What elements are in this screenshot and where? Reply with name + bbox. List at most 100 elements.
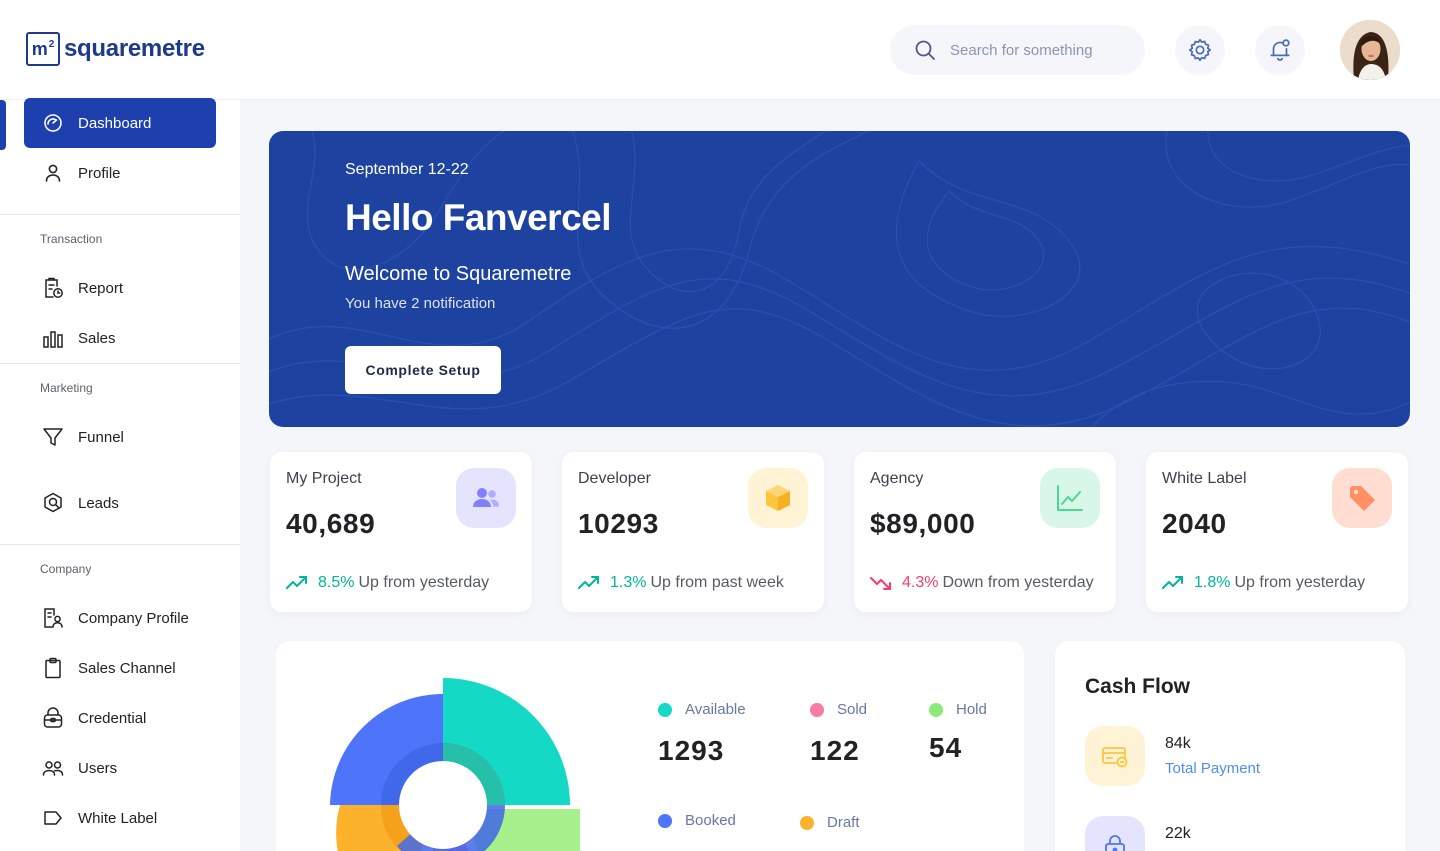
legend-value-sold: 122 [810,735,860,766]
stat-trend: 1.8% Up from yesterday [1162,574,1365,592]
notifications-button[interactable] [1255,25,1305,75]
stat-title: White Label [1162,470,1247,487]
cash-flow-panel: Cash Flow 84k Total Payment 22k [1055,641,1405,851]
search-icon [915,40,935,60]
stat-card-agency: Agency $89,000 4.3% Down from yesterday [854,452,1116,612]
sidebar-item-sales[interactable]: Sales [24,313,216,363]
sidebar-item-label: White Label [78,809,158,827]
search-input[interactable] [950,41,1120,59]
users-icon [42,757,64,779]
sidebar-item-profile[interactable]: Profile [24,148,216,198]
stat-value: 10293 [578,508,659,539]
complete-setup-button[interactable]: Complete Setup [345,346,501,394]
settings-button[interactable] [1175,25,1225,75]
trend-text: Up from yesterday [1234,574,1366,591]
status-donut-chart [330,678,580,851]
sidebar-item-label: Leads [78,494,119,512]
sidebar-item-label: Sales Channel [78,659,176,677]
box-icon [748,468,808,528]
trend-percent: 1.3% [610,574,647,591]
user-icon [42,162,64,184]
sidebar-item-label: Funnel [78,428,124,446]
clipboard-icon [42,657,64,679]
brand-logo[interactable]: m2 squaremetre [26,32,205,66]
sidebar-item-dashboard[interactable]: Dashboard [24,98,216,148]
logo-mark-sup: 2 [48,39,55,50]
hero-notification-note: You have 2 notification [345,295,496,312]
tag-icon [1332,468,1392,528]
trend-percent: 4.3% [902,574,939,591]
stat-card-my-project: My Project 40,689 8.5% Up from yesterday [270,452,532,612]
stat-value: $89,000 [870,508,976,539]
stat-value: 40,689 [286,508,376,539]
funnel-icon [42,426,64,448]
legend-booked: Booked [658,812,736,829]
legend-dot [658,813,672,828]
legend-dot [810,702,824,717]
legend-label: Hold [956,701,987,718]
user-avatar[interactable] [1340,20,1400,80]
sidebar: Dashboard Profile Transaction Report Sal… [0,98,240,851]
legend-dot [658,702,672,717]
hero-date: September 12-22 [345,161,469,178]
sidebar-item-users[interactable]: Users [24,743,216,793]
sidebar-item-label: Dashboard [78,114,152,132]
sidebar-item-leads[interactable]: Leads [24,478,216,528]
trend-up-icon [1162,574,1186,592]
users-icon [456,468,516,528]
legend-label: Sold [837,701,868,718]
label-tag-icon [42,807,64,829]
cash-label-total-payment: Total Payment [1165,760,1261,777]
cash-flow-title: Cash Flow [1085,675,1191,698]
line-chart-icon [1040,468,1100,528]
company-profile-icon [42,607,64,629]
bar-chart-icon [42,327,64,349]
welcome-banner: September 12-22 Hello Fanvercel Welcome … [269,131,1410,427]
hero-greeting: Hello Fanvercel [345,197,612,238]
trend-up-icon [286,574,310,592]
lock-bag-icon [42,707,64,729]
stat-trend: 4.3% Down from yesterday [870,574,1094,592]
section-label-marketing: Marketing [40,381,93,395]
sidebar-item-label: Sales [78,329,116,347]
cash-amount-secondary: 22k [1165,825,1191,842]
sidebar-item-funnel[interactable]: Funnel [24,412,216,462]
trend-up-icon [578,574,602,592]
legend-label: Draft [827,814,860,831]
sidebar-item-credential[interactable]: Credential [24,693,216,743]
notification-bell-icon [1270,39,1290,61]
settings-icon [1188,38,1212,62]
legend-value-available: 1293 [658,735,725,766]
active-indicator [0,100,6,150]
trend-text: Down from yesterday [942,574,1094,591]
stat-title: My Project [286,470,362,487]
legend-label: Available [685,701,746,718]
cash-amount-total-payment: 84k [1165,735,1191,752]
sidebar-item-sales-channel[interactable]: Sales Channel [24,643,216,693]
search-bar[interactable] [890,25,1145,75]
stat-trend: 1.3% Up from past week [578,574,784,592]
trend-text: Up from yesterday [358,574,490,591]
legend-label: Booked [685,812,736,829]
logo-mark-letter: m [31,39,48,59]
legend-dot [929,702,943,717]
stat-trend: 8.5% Up from yesterday [286,574,489,592]
sidebar-item-label: Company Profile [78,609,189,627]
leads-icon [42,492,64,514]
hero-subtitle: Welcome to Squaremetre [345,263,572,285]
stat-card-white-label: White Label 2040 1.8% Up from yesterday [1146,452,1408,612]
report-icon [42,277,64,299]
trend-text: Up from past week [650,574,784,591]
brand-name: squaremetre [64,35,205,62]
sidebar-divider [0,544,240,545]
section-label-company: Company [40,562,92,576]
trend-percent: 1.8% [1194,574,1231,591]
property-status-panel: Available 1293 Sold 122 Hold 54 Booked D… [276,641,1024,851]
sidebar-item-report[interactable]: Report [24,263,216,313]
stat-title: Developer [578,470,651,487]
section-label-transaction: Transaction [40,232,103,246]
legend-sold: Sold [810,701,867,718]
sidebar-item-label: Credential [78,709,147,727]
sidebar-item-company-profile[interactable]: Company Profile [24,593,216,643]
sidebar-item-white-label[interactable]: White Label [24,793,216,843]
